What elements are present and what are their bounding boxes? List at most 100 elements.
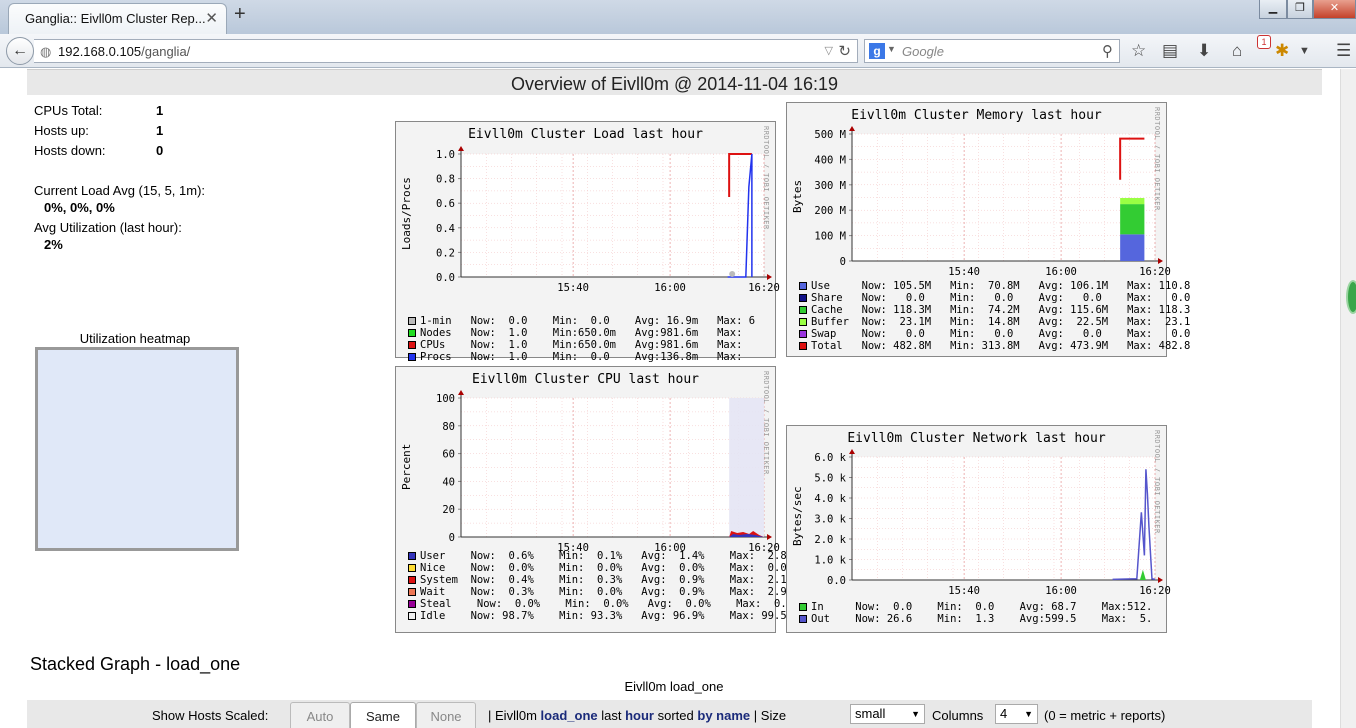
y-axis-arrow (458, 146, 464, 151)
y-tick-label: 20 (442, 504, 455, 516)
y-tick-label: 5.0 k (814, 473, 846, 485)
search-placeholder: Google (902, 44, 944, 59)
bookmarks-list-icon[interactable]: ▤ (1162, 41, 1178, 61)
legend-swatch (408, 576, 416, 584)
x-tick-label: 16:00 (1045, 585, 1077, 597)
x-tick-label: 16:20 (748, 282, 780, 294)
legend-swatch (408, 552, 416, 560)
legend-swatch (408, 317, 416, 325)
legend-entry: System Now: 0.4% Min: 0.3% Avg: 0.9% Max… (408, 574, 793, 586)
new-tab-icon[interactable]: + (234, 3, 246, 26)
legend-entry: Nice Now: 0.0% Min: 0.0% Avg: 0.0% Max: … (408, 562, 793, 574)
legend-swatch (799, 615, 807, 623)
downloads-icon[interactable]: ⬇ (1197, 41, 1211, 61)
chevron-down-icon: ▼ (911, 709, 920, 719)
size-select[interactable]: small ▼ (850, 704, 925, 724)
sort-name: by name (697, 708, 751, 723)
browser-tab[interactable]: Ganglia:: Eivll0m Cluster Rep... ✕ (8, 3, 227, 34)
url-dropdown-icon[interactable]: ▽ (825, 44, 833, 57)
google-search-engine-icon[interactable]: g (869, 43, 885, 59)
size-label: Size (760, 708, 787, 723)
reload-icon[interactable]: ↻ (838, 42, 851, 60)
y-tick-label: 0.0 (827, 575, 846, 587)
controls-sentence: | Eivll0m load_one last hour sorted by n… (488, 708, 787, 723)
legend-text: Share Now: 0.0 Min: 0.0 Avg: 0.0 Max: 0.… (811, 292, 1191, 304)
legend-text: 1-min Now: 0.0 Min: 0.0 Avg: 16.9m Max: … (420, 315, 756, 327)
metric-name: load_one (540, 708, 598, 723)
y-axis-arrow (849, 126, 855, 131)
menu-icon[interactable]: ☰ (1336, 41, 1351, 61)
x-tick-label: 15:40 (948, 266, 980, 278)
legend-entry: User Now: 0.6% Min: 0.1% Avg: 1.4% Max: … (408, 550, 793, 562)
y-tick-label: 0.2 (436, 247, 455, 259)
maximize-icon[interactable]: ❐ (1287, 0, 1313, 19)
search-icon[interactable]: ⚲ (1102, 42, 1113, 60)
bookmark-star-icon[interactable]: ☆ (1131, 41, 1146, 61)
search-engine-dropdown-icon[interactable]: ▼ (887, 44, 896, 54)
x-tick-label: 15:40 (948, 585, 980, 597)
url-text[interactable]: 192.168.0.105/ganglia/ (58, 44, 190, 59)
minimize-icon[interactable]: ▁ (1259, 0, 1287, 19)
scale-none-button[interactable]: None (416, 702, 476, 728)
legend-swatch (799, 318, 807, 326)
legend-entry: Total Now: 482.8M Min: 313.8M Avg: 473.9… (799, 340, 1190, 352)
scale-auto-button[interactable]: Auto (290, 702, 350, 728)
y-tick-label: 300 M (814, 180, 846, 192)
stacked-graph-name: Eivll0m load_one (624, 679, 724, 694)
x-tick-label: 16:20 (1139, 266, 1171, 278)
x-tick-label: 16:00 (1045, 266, 1077, 278)
y-axis-arrow (849, 449, 855, 454)
legend-swatch (408, 612, 416, 620)
extension-dropdown-icon[interactable]: ▼ (1299, 45, 1310, 57)
back-button[interactable]: ← (6, 37, 34, 65)
y-tick-label: 4.0 k (814, 493, 846, 505)
y-tick-label: 0.6 (436, 198, 455, 210)
legend-text: Steal Now: 0.0% Min: 0.0% Avg: 0.0% Max:… (420, 598, 800, 610)
stacked-graph-heading: Stacked Graph - load_one (30, 654, 241, 674)
range-name: hour (625, 708, 654, 723)
chevron-down-icon: ▼ (1024, 709, 1033, 719)
legend-text: Out Now: 26.6 Min: 1.3 Avg:599.5 Max: 5. (811, 613, 1153, 625)
y-tick-label: 40 (442, 476, 455, 488)
legend-swatch (799, 342, 807, 350)
cluster-cpu-graph[interactable]: Eivll0m Cluster CPU last hour RRDTOOL / … (395, 366, 799, 633)
columns-note: (0 = metric + reports) (1044, 708, 1166, 723)
extension-icon[interactable]: ✱ (1275, 41, 1289, 61)
legend-text: CPUs Now: 1.0 Min:650.0m Avg:981.6m Max: (420, 339, 743, 351)
legend-text: Nice Now: 0.0% Min: 0.0% Avg: 0.0% Max: … (420, 562, 793, 574)
legend-entry: Out Now: 26.6 Min: 1.3 Avg:599.5 Max: 5. (799, 613, 1152, 625)
side-widget-icon[interactable] (1346, 280, 1356, 314)
load-avg-label: Current Load Avg (15, 5, 1m): (34, 183, 206, 198)
legend-swatch (799, 294, 807, 302)
utilization-heatmap[interactable] (35, 347, 239, 551)
y-tick-label: 400 M (814, 154, 846, 166)
legend-entry: Idle Now: 98.7% Min: 93.3% Avg: 96.9% Ma… (408, 610, 793, 622)
cpus-total-label: CPUs Total: (34, 103, 103, 118)
scale-same-button[interactable]: Same (350, 702, 416, 728)
cluster-memory-graph[interactable]: Eivll0m Cluster Memory last hour RRDTOOL… (786, 102, 1190, 357)
legend-text: System Now: 0.4% Min: 0.3% Avg: 0.9% Max… (420, 574, 793, 586)
legend-text: Procs Now: 1.0 Min: 0.0 Avg:136.8m Max: (420, 351, 743, 363)
navigation-toolbar: ◍ 192.168.0.105/ganglia/ ▽ ↻ ← g ▼ Googl… (0, 34, 1356, 68)
y-tick-label: 1.0 k (814, 555, 846, 567)
cluster-name: Eivll0m (495, 708, 537, 723)
use-area (1120, 234, 1145, 261)
cluster-load-graph[interactable]: Eivll0m Cluster Load last hour RRDTOOL /… (395, 121, 780, 363)
url-bar[interactable]: ◍ 192.168.0.105/ganglia/ ▽ ↻ (34, 39, 858, 63)
search-box[interactable]: g ▼ Google ⚲ (864, 39, 1120, 63)
heatmap-label: Utilization heatmap (79, 331, 191, 346)
legend-swatch (408, 600, 416, 608)
columns-select[interactable]: 4 ▼ (995, 704, 1038, 724)
tab-close-icon[interactable]: ✕ (205, 9, 218, 27)
legend-entry: CPUs Now: 1.0 Min:650.0m Avg:981.6m Max: (408, 339, 742, 351)
window-close-icon[interactable]: ✕ (1313, 0, 1356, 19)
x-tick-label: 16:20 (1139, 585, 1171, 597)
vertical-scrollbar[interactable] (1340, 69, 1356, 728)
y-tick-label: 2.0 k (814, 534, 846, 546)
cluster-network-graph[interactable]: Eivll0m Cluster Network last hour RRDTOO… (786, 425, 1171, 633)
legend-entry: Cache Now: 118.3M Min: 74.2M Avg: 115.6M… (799, 304, 1190, 316)
legend-entry: Buffer Now: 23.1M Min: 14.8M Avg: 22.5M … (799, 316, 1190, 328)
home-icon[interactable]: ⌂ (1232, 41, 1242, 61)
legend-swatch (799, 603, 807, 611)
legend-entry: Wait Now: 0.3% Min: 0.0% Avg: 0.9% Max: … (408, 586, 793, 598)
